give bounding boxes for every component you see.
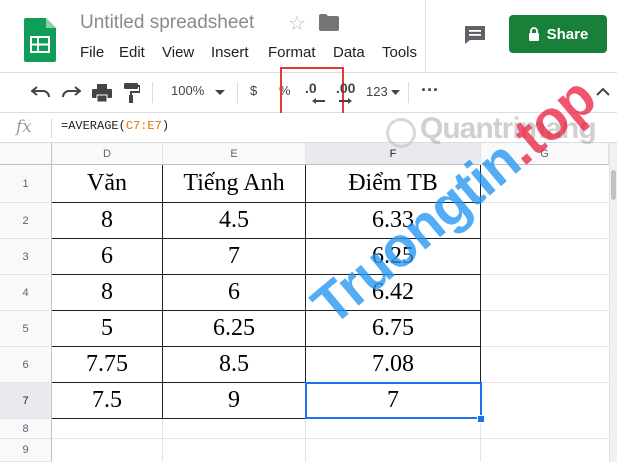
header-divider — [425, 0, 426, 72]
toolbar-divider — [237, 82, 238, 103]
table-header-cell[interactable]: Văn — [52, 165, 162, 202]
column-header-d[interactable]: D — [52, 143, 163, 165]
collapse-toolbar-icon[interactable] — [596, 87, 610, 96]
gridline — [481, 274, 609, 275]
gridline — [481, 238, 609, 239]
share-label: Share — [546, 25, 589, 43]
table-cell[interactable]: 8.5 — [163, 347, 305, 382]
redo-icon[interactable] — [61, 85, 81, 99]
table-cell[interactable]: 8 — [52, 275, 162, 310]
menu-format[interactable]: Format — [268, 44, 316, 61]
currency-format-button[interactable]: $ — [250, 83, 257, 98]
table-header-cell[interactable]: Tiếng Anh — [163, 165, 305, 202]
chevron-down-icon — [391, 90, 400, 95]
row-header[interactable]: 2 — [0, 203, 52, 239]
formula-input[interactable]: =AVERAGE(C7:E7) — [61, 119, 169, 133]
formula-divider — [51, 118, 52, 138]
gridline — [481, 346, 609, 347]
folder-icon[interactable] — [319, 14, 339, 31]
table-cell[interactable]: 6.25 — [163, 311, 305, 346]
gridline — [481, 310, 609, 311]
table-cell[interactable]: 7.5 — [52, 383, 162, 418]
table-cell[interactable]: 5 — [52, 311, 162, 346]
print-icon[interactable] — [92, 84, 112, 102]
formula-prefix: =AVERAGE( — [61, 119, 126, 133]
more-options-button[interactable]: ··· — [421, 80, 439, 101]
gridline — [162, 419, 163, 462]
table-cell[interactable]: 9 — [163, 383, 305, 418]
fill-handle[interactable] — [477, 415, 485, 423]
zoom-value[interactable]: 100% — [171, 83, 204, 98]
toolbar-divider — [152, 82, 153, 103]
row-header[interactable]: 9 — [0, 439, 52, 462]
table-cell[interactable]: 8 — [52, 203, 162, 238]
menu-view[interactable]: View — [162, 44, 194, 61]
selected-cell-outline — [305, 382, 482, 419]
paint-format-icon[interactable] — [124, 83, 140, 103]
select-all-corner[interactable] — [0, 143, 52, 165]
row-header[interactable]: 5 — [0, 311, 52, 347]
increase-decimal-button[interactable]: .00 — [336, 80, 355, 96]
table-cell[interactable]: 6 — [52, 239, 162, 274]
table-cell[interactable]: 7.75 — [52, 347, 162, 382]
menu-tools[interactable]: Tools — [382, 44, 417, 61]
table-cell[interactable]: 7 — [163, 239, 305, 274]
row-header[interactable]: 1 — [0, 165, 52, 203]
menu-edit[interactable]: Edit — [119, 44, 145, 61]
zoom-dropdown-icon[interactable] — [215, 90, 225, 96]
document-title[interactable]: Untitled spreadsheet — [80, 12, 254, 34]
row-header[interactable]: 6 — [0, 347, 52, 383]
undo-icon[interactable] — [31, 85, 51, 99]
menu-insert[interactable]: Insert — [211, 44, 249, 61]
table-cell[interactable]: 6 — [163, 275, 305, 310]
gridline — [480, 419, 481, 462]
row-header[interactable]: 3 — [0, 239, 52, 275]
comments-icon[interactable] — [464, 25, 486, 45]
fx-icon: fx — [16, 117, 32, 137]
share-button[interactable]: Share — [509, 15, 607, 53]
arrow-right-icon — [339, 98, 352, 104]
table-cell[interactable]: 4.5 — [163, 203, 305, 238]
row-header[interactable]: 4 — [0, 275, 52, 311]
scrollbar-thumb[interactable] — [611, 170, 616, 200]
table-cell[interactable]: 7.08 — [306, 347, 480, 382]
lock-icon — [528, 27, 539, 41]
column-header-e[interactable]: E — [163, 143, 306, 165]
gridline — [52, 438, 609, 439]
watermark-logo-icon — [386, 118, 416, 148]
google-sheets-logo[interactable] — [24, 18, 56, 62]
gridline — [481, 382, 609, 383]
row-header[interactable]: 7 — [0, 383, 52, 419]
more-formats-button[interactable]: 123 — [366, 84, 388, 99]
toolbar-divider — [408, 82, 409, 103]
formula-suffix: ) — [161, 119, 170, 133]
highlight-box — [280, 67, 344, 116]
menu-data[interactable]: Data — [333, 44, 365, 61]
star-icon[interactable]: ☆ — [288, 11, 306, 36]
menu-file[interactable]: File — [80, 44, 104, 61]
formula-range: C7:E7 — [125, 119, 162, 133]
gridline — [305, 419, 306, 462]
row-header[interactable]: 8 — [0, 419, 52, 439]
